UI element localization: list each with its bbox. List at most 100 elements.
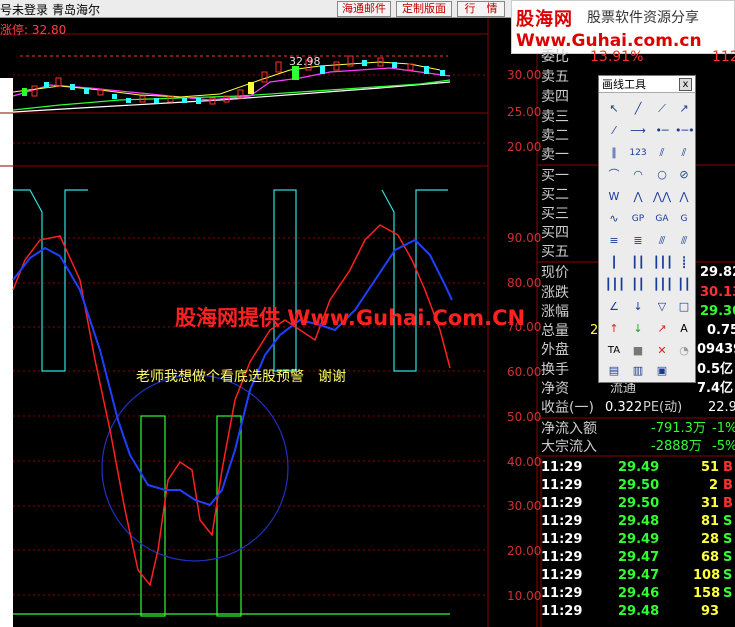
triangle-icon[interactable]: ▽ bbox=[653, 298, 671, 316]
toolbox-title: 画线工具 bbox=[602, 78, 646, 91]
wave-count-icon[interactable]: 123 bbox=[629, 144, 647, 162]
trade-row: 11:29 29.49 51 B bbox=[541, 460, 733, 475]
pointer-icon[interactable]: ↖ bbox=[605, 100, 623, 118]
angle-icon[interactable]: ∠ bbox=[605, 298, 623, 316]
high-price-label: 32.98 bbox=[289, 55, 321, 68]
indicator-axis-tick: 60.00 bbox=[507, 365, 542, 379]
parallel-icon[interactable]: ⫽ bbox=[653, 144, 671, 162]
close-icon[interactable]: x bbox=[679, 78, 692, 91]
trade-row: 11:29 29.50 2 B bbox=[541, 478, 733, 493]
trade-row: 11:29 29.49 28 S bbox=[541, 532, 733, 547]
arrow-icon[interactable]: ↗ bbox=[653, 320, 671, 338]
circle-arc-icon[interactable]: ◠ bbox=[629, 166, 647, 184]
delete-icon[interactable]: ✕ bbox=[653, 342, 671, 360]
indicator-axis-tick: 50.00 bbox=[507, 410, 542, 424]
text-icon[interactable]: A bbox=[675, 320, 693, 338]
wave-icon[interactable]: W bbox=[605, 188, 623, 206]
down-arrow-icon[interactable]: ↓ bbox=[629, 298, 647, 316]
bars-icon[interactable]: ┃┃┃ bbox=[605, 276, 625, 294]
indicator-axis-tick: 10.00 bbox=[507, 589, 542, 603]
fib-icon[interactable]: ≡ bbox=[605, 232, 623, 250]
stat-label: 总量 bbox=[541, 323, 569, 339]
segment-tool-icon[interactable]: ⟋ bbox=[653, 100, 671, 118]
ma-line-yellow bbox=[12, 61, 441, 98]
ma-line-green bbox=[12, 79, 451, 111]
flow-value: -791.3万 bbox=[651, 421, 706, 436]
ray-tool-icon[interactable]: ↗ bbox=[675, 100, 693, 118]
indicator-axis-tick: 40.00 bbox=[507, 455, 542, 469]
pe-label: PE(动) bbox=[643, 400, 683, 415]
time-zone-icon[interactable]: ┃┃ bbox=[629, 254, 647, 272]
flow-label: 净流入额 bbox=[541, 421, 597, 437]
text-annotation-icon[interactable]: TA bbox=[605, 342, 623, 360]
rectangle-icon[interactable]: □ bbox=[675, 298, 693, 316]
trade-row: 11:29 29.50 31 B bbox=[541, 496, 733, 511]
time-zone-icon[interactable]: ┋ bbox=[675, 254, 693, 272]
indicator-boxes-green bbox=[13, 415, 450, 617]
line-tool-icon[interactable]: ⁄ bbox=[605, 122, 623, 140]
indicator-axis-tick: 90.00 bbox=[507, 231, 542, 245]
parallel-icon[interactable]: ⫽ bbox=[675, 144, 693, 162]
wave-icon[interactable]: ⋀ bbox=[629, 188, 647, 206]
time-zone-icon[interactable]: ┃ bbox=[605, 254, 623, 272]
indicator-line-red bbox=[12, 224, 451, 587]
wave-icon[interactable]: ⋀⋀ bbox=[653, 188, 671, 206]
line-tool-icon[interactable]: ╱ bbox=[629, 100, 647, 118]
flow-value: -2888万 bbox=[651, 439, 702, 454]
fib-icon[interactable]: ≣ bbox=[629, 232, 647, 250]
dot-line-icon[interactable]: •─• bbox=[675, 122, 695, 140]
g-icon[interactable]: G bbox=[675, 210, 693, 228]
buy-2-label: 买二 bbox=[541, 187, 569, 203]
ad-logo: 股海网 bbox=[516, 9, 573, 30]
sell-2-label: 卖二 bbox=[541, 128, 569, 144]
channel-icon[interactable]: ∥ bbox=[605, 144, 623, 162]
time-zone-icon[interactable]: ┃┃┃ bbox=[653, 254, 673, 272]
price-axis-tick: 25.00 bbox=[507, 105, 542, 119]
wave-icon[interactable]: ⋀ bbox=[675, 188, 693, 206]
dot-line-icon[interactable]: •─ bbox=[653, 122, 671, 140]
weibi-label: 委比 bbox=[541, 49, 569, 65]
toolbox-header[interactable]: 画线工具 x bbox=[599, 76, 695, 93]
circle-icon[interactable]: ○ bbox=[653, 166, 671, 184]
sell-4-label: 卖四 bbox=[541, 89, 569, 105]
stat-label: 涨跌 bbox=[541, 285, 569, 301]
copy-icon[interactable]: ■ bbox=[629, 342, 647, 360]
stat-label: 外盘 bbox=[541, 342, 569, 358]
ad-slogan: 股票软件资源分享 bbox=[587, 10, 699, 26]
arrow-line-icon[interactable]: ⟶ bbox=[629, 122, 647, 140]
price-axis-tick: 20.00 bbox=[507, 140, 542, 154]
stat-label: 净资 bbox=[541, 381, 569, 397]
fan-icon[interactable]: ⫻ bbox=[653, 232, 671, 250]
stat-value: 7.4亿 bbox=[697, 381, 734, 396]
grid-icon[interactable]: ▥ bbox=[629, 362, 647, 380]
weibi-vol: 112 bbox=[712, 49, 735, 65]
weibi-value: 13.91% bbox=[590, 49, 644, 65]
drawing-toolbox[interactable]: 画线工具 x ↖ ╱ ⟋ ↗ ⁄ ⟶ •─ •─• ∥ 123 ⫽ ⫽ ⌒ ◠ … bbox=[598, 75, 696, 383]
ga-icon[interactable]: GA bbox=[653, 210, 671, 228]
cycle-icon[interactable]: ⊘ bbox=[675, 166, 693, 184]
trade-row: 11:29 29.48 93 bbox=[541, 604, 720, 619]
list-icon[interactable]: ▤ bbox=[605, 362, 623, 380]
flow-label: 大宗流入 bbox=[541, 439, 597, 455]
bars-icon[interactable]: ┃┃ bbox=[629, 276, 647, 294]
trade-row: 11:29 29.46 158 S bbox=[541, 586, 733, 601]
wave-icon[interactable]: ∿ bbox=[605, 210, 623, 228]
trade-row: 11:29 29.47 68 S bbox=[541, 550, 733, 565]
stat-value: 29.82 bbox=[700, 265, 735, 280]
up-arrow-icon[interactable]: ↑ bbox=[605, 320, 623, 338]
fan-icon[interactable]: ⫻ bbox=[675, 232, 693, 250]
bulb-icon[interactable]: ◔ bbox=[675, 342, 693, 360]
bars-icon[interactable]: ┃┃┃ bbox=[653, 276, 673, 294]
sell-5-label: 卖五 bbox=[541, 69, 569, 85]
bars-icon[interactable]: ┃┃ bbox=[675, 276, 693, 294]
save-icon[interactable]: ▣ bbox=[653, 362, 671, 380]
arc-icon[interactable]: ⌒ bbox=[605, 166, 623, 184]
gp-icon[interactable]: GP bbox=[629, 210, 647, 228]
down-arrow-icon[interactable]: ↓ bbox=[629, 320, 647, 338]
indicator-axis-tick: 80.00 bbox=[507, 276, 542, 290]
buy-1-label: 买一 bbox=[541, 168, 569, 184]
flow-pct: -1% bbox=[712, 421, 735, 436]
pe-value: 22.9 bbox=[708, 400, 735, 415]
ad-banner[interactable]: 股海网 股票软件资源分享 Www.Guhai.com.cn bbox=[511, 0, 735, 54]
stat-label: 涨幅 bbox=[541, 304, 569, 320]
